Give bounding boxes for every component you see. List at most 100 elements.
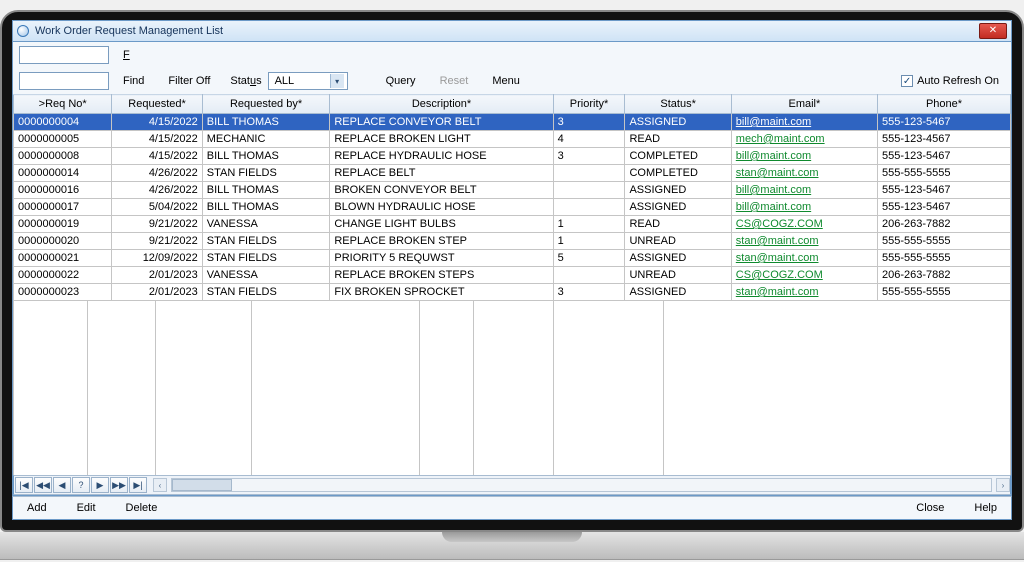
cell-description[interactable]: REPLACE BELT: [330, 165, 553, 182]
cell-requested-by[interactable]: STAN FIELDS: [202, 233, 330, 250]
cell-status[interactable]: UNREAD: [625, 267, 731, 284]
col-header-priority[interactable]: Priority*: [553, 95, 625, 114]
cell-req-no[interactable]: 0000000016: [14, 182, 112, 199]
cell-status[interactable]: COMPLETED: [625, 165, 731, 182]
edit-button[interactable]: Edit: [77, 502, 96, 514]
cell-status[interactable]: UNREAD: [625, 233, 731, 250]
cell-status[interactable]: ASSIGNED: [625, 199, 731, 216]
email-link[interactable]: CS@COGZ.COM: [736, 269, 823, 281]
cell-email[interactable]: bill@maint.com: [731, 199, 877, 216]
col-header-email[interactable]: Email*: [731, 95, 877, 114]
table-row[interactable]: 00000000175/04/2022BILL THOMASBLOWN HYDR…: [14, 199, 1011, 216]
cell-description[interactable]: REPLACE HYDRAULIC HOSE: [330, 148, 553, 165]
cell-phone[interactable]: 555-123-5467: [878, 199, 1011, 216]
table-row[interactable]: 00000000232/01/2023STAN FIELDSFIX BROKEN…: [14, 284, 1011, 301]
nav-last-button[interactable]: ▶|: [129, 477, 147, 493]
cell-req-no[interactable]: 0000000008: [14, 148, 112, 165]
cell-status[interactable]: COMPLETED: [625, 148, 731, 165]
cell-requested[interactable]: 4/26/2022: [112, 182, 202, 199]
cell-req-no[interactable]: 0000000019: [14, 216, 112, 233]
cell-priority[interactable]: [553, 267, 625, 284]
table-row[interactable]: 00000000144/26/2022STAN FIELDSREPLACE BE…: [14, 165, 1011, 182]
cell-email[interactable]: stan@maint.com: [731, 233, 877, 250]
reset-button[interactable]: Reset: [430, 73, 479, 89]
col-header-requested-by[interactable]: Requested by*: [202, 95, 330, 114]
email-link[interactable]: stan@maint.com: [736, 286, 819, 298]
cell-req-no[interactable]: 0000000021: [14, 250, 112, 267]
horizontal-scrollbar[interactable]: [171, 478, 992, 492]
cell-email[interactable]: bill@maint.com: [731, 148, 877, 165]
cell-req-no[interactable]: 0000000020: [14, 233, 112, 250]
cell-description[interactable]: BLOWN HYDRAULIC HOSE: [330, 199, 553, 216]
menu-button[interactable]: Menu: [482, 73, 530, 89]
cell-requested-by[interactable]: VANESSA: [202, 216, 330, 233]
col-header-status[interactable]: Status*: [625, 95, 731, 114]
cell-requested-by[interactable]: STAN FIELDS: [202, 284, 330, 301]
cell-email[interactable]: CS@COGZ.COM: [731, 216, 877, 233]
cell-requested-by[interactable]: BILL THOMAS: [202, 114, 330, 131]
cell-email[interactable]: stan@maint.com: [731, 284, 877, 301]
find-button[interactable]: Find: [113, 73, 154, 89]
table-row[interactable]: 00000000222/01/2023VANESSAREPLACE BROKEN…: [14, 267, 1011, 284]
cell-description[interactable]: PRIORITY 5 REQUWST: [330, 250, 553, 267]
cell-status[interactable]: READ: [625, 131, 731, 148]
col-header-requested[interactable]: Requested*: [112, 95, 202, 114]
col-header-req-no[interactable]: >Req No*: [14, 95, 112, 114]
hscroll-right-button[interactable]: ›: [996, 478, 1010, 492]
cell-description[interactable]: CHANGE LIGHT BULBS: [330, 216, 553, 233]
email-link[interactable]: stan@maint.com: [736, 252, 819, 264]
cell-priority[interactable]: 3: [553, 284, 625, 301]
cell-phone[interactable]: 555-123-4567: [878, 131, 1011, 148]
email-link[interactable]: bill@maint.com: [736, 184, 811, 196]
cell-status[interactable]: ASSIGNED: [625, 114, 731, 131]
cell-priority[interactable]: 1: [553, 233, 625, 250]
cell-requested-by[interactable]: BILL THOMAS: [202, 148, 330, 165]
cell-priority[interactable]: 5: [553, 250, 625, 267]
col-header-phone[interactable]: Phone*: [878, 95, 1011, 114]
cell-req-no[interactable]: 0000000023: [14, 284, 112, 301]
email-link[interactable]: mech@maint.com: [736, 133, 825, 145]
cell-email[interactable]: stan@maint.com: [731, 250, 877, 267]
table-row[interactable]: 00000000044/15/2022BILL THOMASREPLACE CO…: [14, 114, 1011, 131]
cell-status[interactable]: READ: [625, 216, 731, 233]
cell-requested-by[interactable]: STAN FIELDS: [202, 250, 330, 267]
cell-phone[interactable]: 555-123-5467: [878, 114, 1011, 131]
cell-requested[interactable]: 9/21/2022: [112, 233, 202, 250]
table-row[interactable]: 00000000084/15/2022BILL THOMASREPLACE HY…: [14, 148, 1011, 165]
cell-requested-by[interactable]: MECHANIC: [202, 131, 330, 148]
email-link[interactable]: bill@maint.com: [736, 116, 811, 128]
search-input[interactable]: [19, 46, 109, 64]
cell-description[interactable]: REPLACE BROKEN STEP: [330, 233, 553, 250]
search-input[interactable]: [19, 72, 109, 90]
cell-priority[interactable]: [553, 165, 625, 182]
add-button[interactable]: Add: [27, 502, 47, 514]
email-link[interactable]: CS@COGZ.COM: [736, 218, 823, 230]
help-button[interactable]: Help: [974, 502, 997, 514]
cell-email[interactable]: mech@maint.com: [731, 131, 877, 148]
table-row[interactable]: 00000000199/21/2022VANESSACHANGE LIGHT B…: [14, 216, 1011, 233]
email-link[interactable]: bill@maint.com: [736, 150, 811, 162]
query-button[interactable]: Query: [376, 73, 426, 89]
cell-phone[interactable]: 555-123-5467: [878, 182, 1011, 199]
scrollbar-thumb[interactable]: [172, 479, 232, 491]
cell-description[interactable]: REPLACE BROKEN LIGHT: [330, 131, 553, 148]
close-button[interactable]: Close: [916, 502, 944, 514]
nav-first-button[interactable]: |◀: [15, 477, 33, 493]
cell-phone[interactable]: 555-555-5555: [878, 284, 1011, 301]
table-row[interactable]: 00000000209/21/2022STAN FIELDSREPLACE BR…: [14, 233, 1011, 250]
cell-phone[interactable]: 206-263-7882: [878, 267, 1011, 284]
cell-email[interactable]: stan@maint.com: [731, 165, 877, 182]
cell-phone[interactable]: 555-555-5555: [878, 250, 1011, 267]
cell-phone[interactable]: 555-555-5555: [878, 165, 1011, 182]
email-link[interactable]: stan@maint.com: [736, 167, 819, 179]
cell-req-no[interactable]: 0000000004: [14, 114, 112, 131]
cell-description[interactable]: REPLACE BROKEN STEPS: [330, 267, 553, 284]
nav-query-button[interactable]: ?: [72, 477, 90, 493]
table-row[interactable]: 00000000054/15/2022MECHANICREPLACE BROKE…: [14, 131, 1011, 148]
cell-email[interactable]: bill@maint.com: [731, 182, 877, 199]
cell-requested[interactable]: 9/21/2022: [112, 216, 202, 233]
cell-description[interactable]: REPLACE CONVEYOR BELT: [330, 114, 553, 131]
cell-description[interactable]: FIX BROKEN SPROCKET: [330, 284, 553, 301]
cell-priority[interactable]: 3: [553, 114, 625, 131]
cell-status[interactable]: ASSIGNED: [625, 250, 731, 267]
